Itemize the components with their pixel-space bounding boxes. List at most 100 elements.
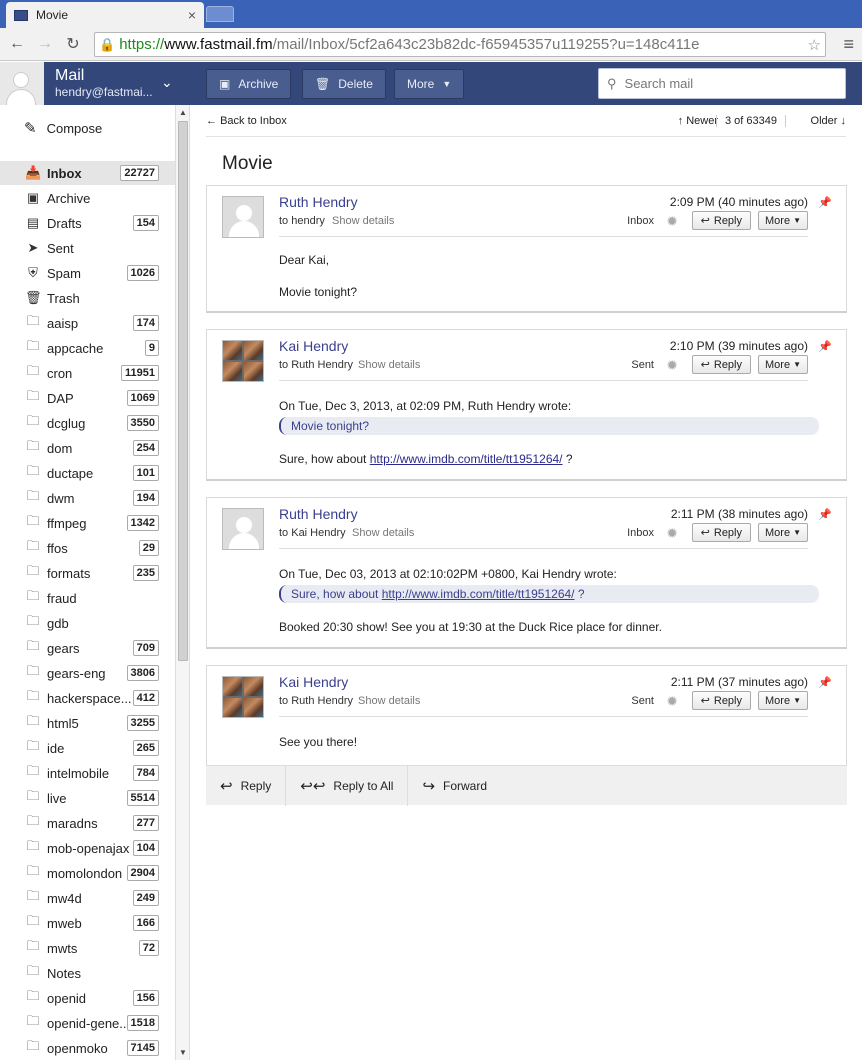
search-input[interactable]: ⚲ Search mail — [598, 68, 846, 99]
sidebar-folder[interactable]: 🗀 maradns 277 — [0, 811, 175, 835]
folder-label: maradns — [47, 815, 98, 831]
sidebar-folder[interactable]: 📥 Inbox 22727 — [0, 161, 175, 185]
pin-icon[interactable]: 📌 — [818, 508, 832, 521]
scroll-up-icon[interactable]: ▲ — [179, 108, 187, 117]
archive-button[interactable]: ▣ Archive — [206, 69, 292, 99]
sidebar-folder[interactable]: 🗀 mweb 166 — [0, 911, 175, 935]
more-button[interactable]: More ▼ — [758, 691, 808, 710]
sidebar-folder[interactable]: 🗀 appcache 9 — [0, 336, 175, 360]
reply-button[interactable]: ↩ Reply — [691, 523, 751, 542]
sidebar-folder[interactable]: 🗀 fraud — [0, 586, 175, 610]
sidebar-folder[interactable]: 🗀 ductape 101 — [0, 461, 175, 485]
sidebar-folder[interactable]: 🗀 formats 235 — [0, 561, 175, 585]
sidebar-folder[interactable]: 🗀 dcglug 3550 — [0, 411, 175, 435]
newer-link[interactable]: ↑ Newer — [678, 115, 718, 127]
sidebar-scrollbar[interactable]: ▲ ▼ — [175, 105, 190, 1060]
gear-icon[interactable]: ✹ — [666, 357, 678, 374]
unread-count-badge: 101 — [132, 465, 159, 481]
sidebar-folder[interactable]: 🗀 gears-eng 3806 — [0, 661, 175, 685]
sidebar-folder[interactable]: 🗀 live 5514 — [0, 786, 175, 810]
pin-icon[interactable]: 📌 — [818, 676, 832, 689]
message-body: Dear Kai, Movie tonight? — [279, 252, 819, 316]
folder-label: formats — [47, 565, 91, 581]
sidebar-folder[interactable]: 🗀 ide 265 — [0, 736, 175, 760]
sender-name[interactable]: Kai Hendry — [279, 338, 348, 354]
bookmark-star-icon[interactable]: ☆ — [808, 36, 821, 54]
sidebar-folder[interactable]: 🗀 dwm 194 — [0, 486, 175, 510]
back-to-inbox-link[interactable]: ← Back to Inbox — [206, 115, 287, 127]
sidebar-folder[interactable]: 🗀 gears 709 — [0, 636, 175, 660]
sidebar-folder[interactable]: 🗀 hackerspace... 412 — [0, 686, 175, 710]
forward-button[interactable]: ↪ Forward — [408, 766, 501, 806]
unread-count-badge: 235 — [132, 565, 159, 581]
sender-name[interactable]: Kai Hendry — [279, 674, 348, 690]
sidebar-folder[interactable]: 🗀 mw4d 249 — [0, 886, 175, 910]
sidebar-folder[interactable]: 🗀 DAP 1069 — [0, 386, 175, 410]
sidebar-folder[interactable]: 🗀 mwts 72 — [0, 936, 175, 960]
pin-icon[interactable]: 📌 — [818, 196, 832, 209]
sidebar-folder[interactable]: 🗀 gdb — [0, 611, 175, 635]
sidebar-folder[interactable]: 🗀 openmoko 7145 — [0, 1036, 175, 1060]
browser-menu-icon[interactable]: ≡ — [843, 34, 854, 55]
unread-count-badge: 72 — [138, 940, 159, 956]
message-time: 2:09 PM (40 minutes ago) — [669, 195, 808, 209]
folder-icon: 🗀 — [26, 813, 40, 828]
show-details-link[interactable]: Show details — [358, 359, 420, 371]
sidebar-folder[interactable]: ➤ Sent — [0, 236, 175, 260]
sender-name[interactable]: Ruth Hendry — [279, 506, 358, 522]
sidebar-folder[interactable]: ▣ Archive — [0, 186, 175, 210]
user-avatar[interactable] — [0, 62, 44, 105]
sender-name[interactable]: Ruth Hendry — [279, 194, 358, 210]
imdb-link[interactable]: http://www.imdb.com/title/tt1951264/ — [382, 587, 575, 601]
show-details-link[interactable]: Show details — [352, 527, 414, 539]
browser-tab[interactable]: Movie × — [6, 2, 204, 28]
sidebar-folder[interactable]: 🗀 openid-gene... 1518 — [0, 1011, 175, 1035]
sidebar-folder[interactable]: 🗀 ffos 29 — [0, 536, 175, 560]
sidebar-folder[interactable]: ⛨ Spam 1026 — [0, 261, 175, 285]
chevron-down-icon[interactable]: ⌄ — [161, 74, 173, 91]
reply-button[interactable]: ↩ Reply — [206, 765, 287, 806]
scrollbar-thumb[interactable] — [178, 121, 188, 661]
forward-arrow-icon[interactable]: → — [34, 33, 56, 55]
sidebar-folder[interactable]: 🗀 momolondon 2904 — [0, 861, 175, 885]
scroll-down-icon[interactable]: ▼ — [179, 1048, 187, 1057]
sidebar-folder[interactable]: 🗀 mob-openajax 104 — [0, 836, 175, 860]
older-link[interactable]: Older ↓ — [811, 115, 846, 127]
pin-icon[interactable]: 📌 — [818, 340, 832, 353]
delete-button[interactable]: 🗑 Delete — [302, 69, 386, 99]
imdb-link[interactable]: http://www.imdb.com/title/tt1951264/ — [370, 452, 563, 466]
compose-button[interactable]: ✎ Compose — [24, 119, 102, 137]
show-details-link[interactable]: Show details — [358, 695, 420, 707]
more-button[interactable]: More ▼ — [758, 211, 808, 230]
show-details-link[interactable]: Show details — [332, 215, 394, 227]
gear-icon[interactable]: ✹ — [666, 693, 678, 710]
folder-icon: 🗀 — [26, 938, 40, 953]
back-arrow-icon[interactable]: ← — [6, 33, 28, 55]
sidebar-folder[interactable]: 🗀 aaisp 174 — [0, 311, 175, 335]
sidebar-folder[interactable]: 🗀 cron 11951 — [0, 361, 175, 385]
sidebar-folder[interactable]: 🗀 dom 254 — [0, 436, 175, 460]
reload-icon[interactable]: ↻ — [62, 33, 84, 55]
reply-button[interactable]: ↩ Reply — [691, 355, 751, 374]
sidebar-folder[interactable]: 🗀 intelmobile 784 — [0, 761, 175, 785]
sidebar-folder[interactable]: 🗀 html5 3255 — [0, 711, 175, 735]
sidebar-folder[interactable]: 🗀 Notes — [0, 961, 175, 985]
reply-button[interactable]: ↩ Reply — [691, 211, 751, 230]
more-label: More — [765, 358, 791, 371]
reply-all-button[interactable]: ↩↩ Reply to All — [286, 765, 409, 806]
gear-icon[interactable]: ✹ — [666, 525, 678, 542]
more-button[interactable]: More ▼ — [758, 355, 808, 374]
account-switcher[interactable]: Mail hendry@fastmai... — [55, 67, 153, 99]
gear-icon[interactable]: ✹ — [666, 213, 678, 230]
reply-label: Reply — [713, 358, 742, 371]
address-bar[interactable]: 🔒 https://www.fastmail.fm/mail/Inbox/5cf… — [94, 32, 826, 57]
reply-button[interactable]: ↩ Reply — [691, 691, 751, 710]
close-tab-icon[interactable]: × — [188, 7, 196, 23]
more-actions-button[interactable]: More ▼ — [394, 69, 465, 99]
new-tab-button[interactable] — [206, 6, 234, 22]
sidebar-folder[interactable]: ▤ Drafts 154 — [0, 211, 175, 235]
sidebar-folder[interactable]: 🗀 ffmpeg 1342 — [0, 511, 175, 535]
more-button[interactable]: More ▼ — [758, 523, 808, 542]
sidebar-folder[interactable]: 🗑 Trash — [0, 286, 175, 310]
sidebar-folder[interactable]: 🗀 openid 156 — [0, 986, 175, 1010]
